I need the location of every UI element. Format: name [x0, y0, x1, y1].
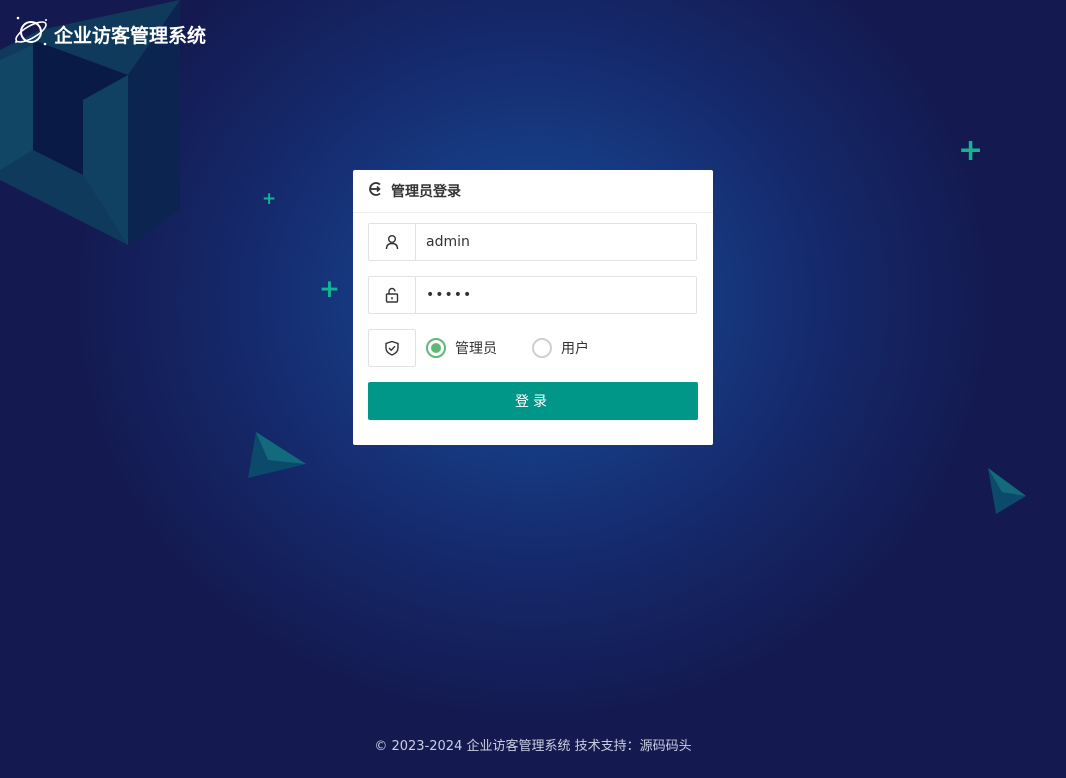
login-card-header: 管理员登录 — [353, 170, 713, 213]
plus-decoration: + — [262, 189, 277, 209]
triangle-decoration — [988, 468, 1026, 514]
login-icon — [368, 181, 384, 201]
app-header: 企业访客管理系统 — [12, 12, 206, 57]
login-button[interactable]: 登录 — [368, 382, 698, 420]
app-title: 企业访客管理系统 — [54, 25, 207, 47]
username-input[interactable] — [416, 224, 696, 260]
shield-icon — [368, 329, 416, 367]
footer-copyright: © 2023-2024 企业访客管理系统 技术支持：源码码头 — [374, 739, 692, 754]
password-field — [368, 276, 697, 314]
role-radio-admin[interactable]: 管理员 — [426, 338, 497, 358]
plus-decoration: + — [319, 274, 340, 303]
role-radio-user[interactable]: 用户 — [532, 338, 589, 358]
user-icon — [369, 224, 416, 260]
plus-decoration: + — [958, 133, 984, 168]
role-selector: 管理员 用户 — [368, 329, 589, 367]
radio-unchecked-icon — [532, 338, 552, 358]
login-card-title: 管理员登录 — [391, 184, 461, 200]
role-label-admin: 管理员 — [455, 341, 497, 357]
triangle-decoration — [248, 432, 306, 478]
radio-checked-icon — [426, 338, 446, 358]
username-field — [368, 223, 697, 261]
role-label-user: 用户 — [561, 341, 589, 357]
login-card: 管理员登录 管理员 — [353, 170, 713, 445]
lock-icon — [369, 277, 416, 313]
planet-icon — [12, 12, 52, 57]
password-input[interactable] — [416, 277, 696, 313]
